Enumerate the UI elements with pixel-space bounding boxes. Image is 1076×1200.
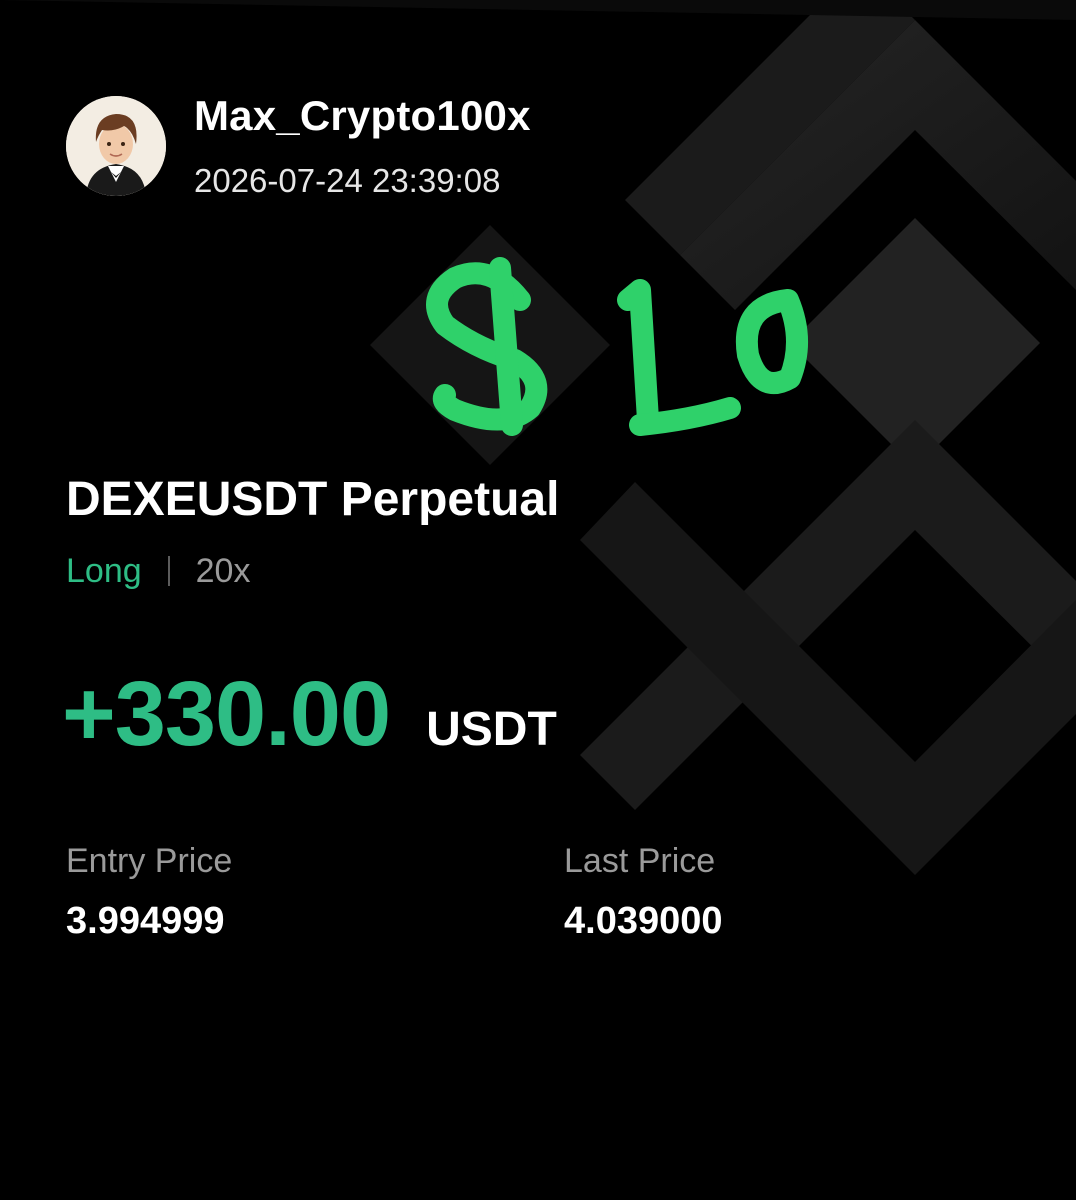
position-tags: Long 20x [66,550,250,592]
binance-logo-watermark-icon [0,0,1076,875]
last-price-value: 4.039000 [564,900,723,942]
avatar-illustration-icon [66,96,166,196]
last-price-label: Last Price [564,842,716,880]
tag-divider [167,556,170,586]
pnl-unit: USDT [426,703,557,756]
username: Max_Crypto100x [194,92,531,139]
position-side: Long [66,551,142,590]
avatar[interactable] [66,96,166,196]
entry-price-value: 3.994999 [66,900,225,942]
entry-price-label: Entry Price [66,842,233,880]
timestamp: 2026-07-24 23:39:08 [194,162,501,199]
pnl-share-card: Max_Crypto100x 2026-07-24 23:39:08 DEXEU… [0,0,1076,1200]
pnl-row: +330.00 USDT [62,662,557,772]
contract-symbol: DEXEUSDT Perpetual [66,473,560,526]
pnl-value: +330.00 [62,663,391,765]
leverage: 20x [195,551,251,590]
